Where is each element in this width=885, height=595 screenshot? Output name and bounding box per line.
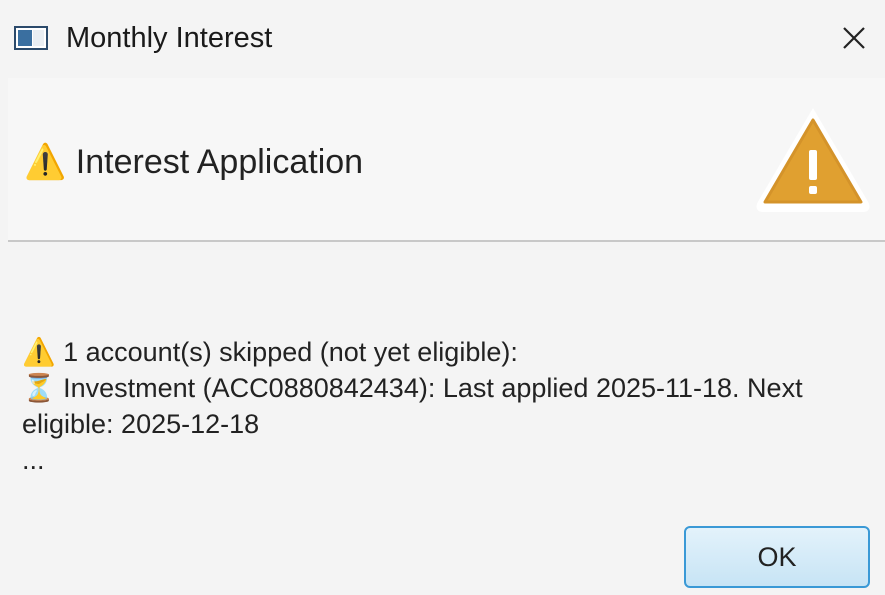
message-ellipsis: ... <box>22 445 45 475</box>
ok-button[interactable]: OK <box>684 526 870 588</box>
message-account-detail: ⏳ Investment (ACC0880842434): Last appli… <box>22 373 803 439</box>
window-app-icon <box>14 26 48 50</box>
title-bar[interactable]: Monthly Interest <box>0 0 885 78</box>
dialog-window: Monthly Interest ⚠️ Interest Application… <box>0 0 885 595</box>
dialog-message: ⚠️ 1 account(s) skipped (not yet eligibl… <box>22 334 867 478</box>
header-title: ⚠️ Interest Application <box>24 143 364 181</box>
message-summary: ⚠️ 1 account(s) skipped (not yet eligibl… <box>22 337 518 367</box>
dialog-header: ⚠️ Interest Application <box>8 78 885 242</box>
window-title: Monthly Interest <box>66 22 273 54</box>
close-icon <box>843 27 865 49</box>
warning-triangle-icon <box>756 108 870 212</box>
close-button[interactable] <box>823 8 885 68</box>
